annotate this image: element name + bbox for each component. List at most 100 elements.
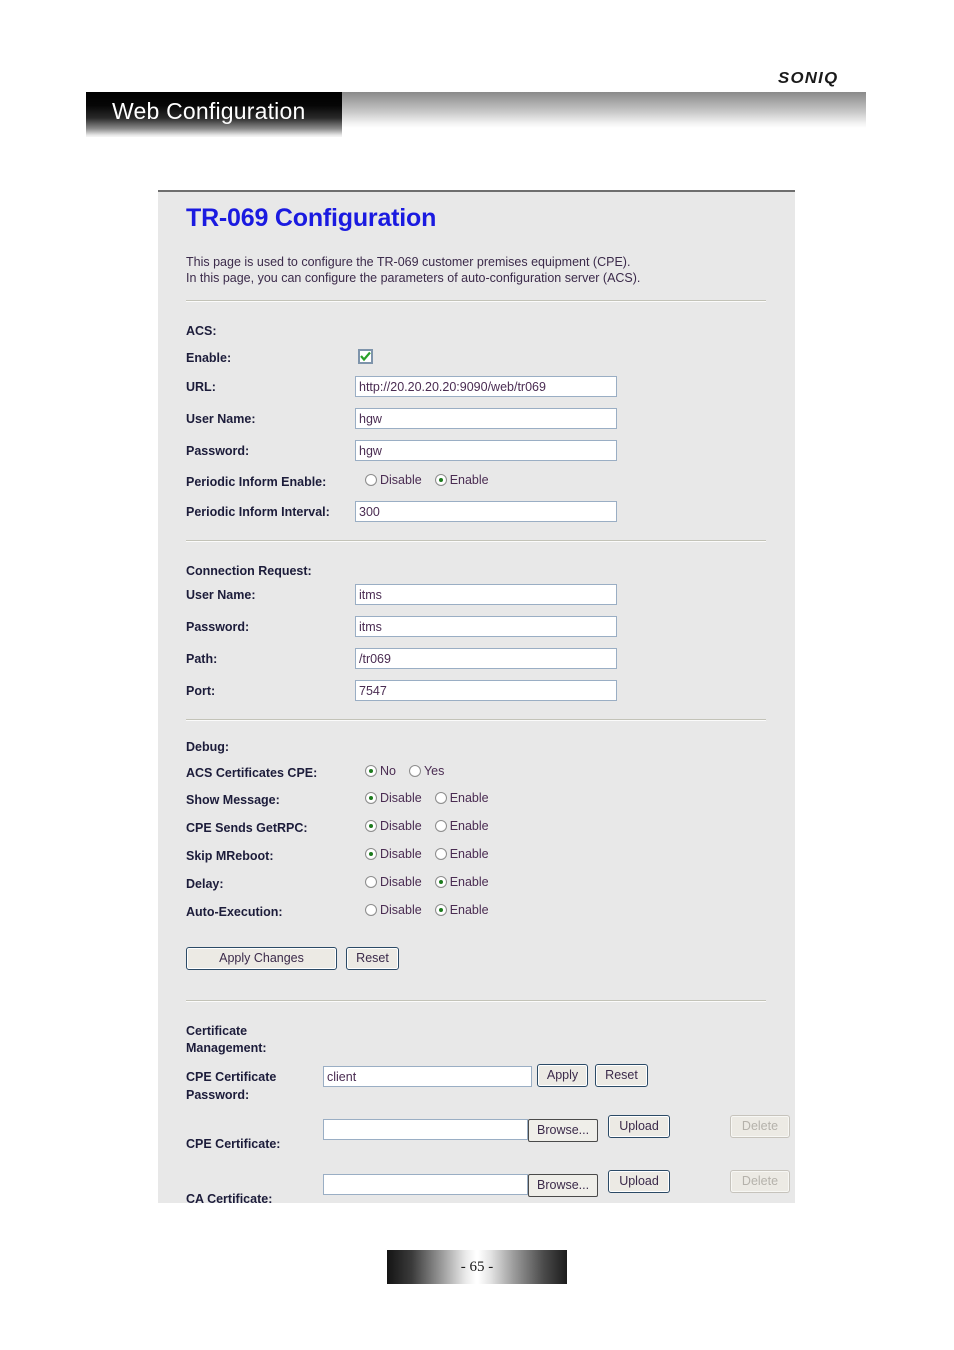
cpe-certificate-password-reset-button[interactable]: Reset	[595, 1064, 648, 1087]
periodic-inform-interval-input[interactable]	[355, 501, 617, 522]
radio-dot-selected-icon	[365, 765, 377, 777]
periodic-inform-interval-label: Periodic Inform Interval:	[186, 505, 330, 519]
periodic-inform-disable-label: Disable	[380, 473, 422, 487]
cr-password-input[interactable]	[355, 616, 617, 637]
reset-button[interactable]: Reset	[346, 947, 399, 970]
debug-row-4-label: Delay:	[186, 877, 224, 891]
debug-row-0-option-0-label: No	[380, 764, 396, 778]
cr-password-label: Password:	[186, 620, 250, 634]
debug-row-0-radios: No Yes	[365, 764, 444, 778]
cpe-certificate-password-label-line1: CPE Certificate	[186, 1070, 277, 1084]
radio-dot-icon	[434, 792, 447, 804]
banner-gradient-left: Web Configuration	[86, 92, 342, 137]
cpe-certificate-file-input[interactable]	[323, 1119, 528, 1140]
debug-row-3-option-0[interactable]: Disable	[365, 847, 422, 861]
checkmark-icon	[360, 351, 371, 362]
debug-row-5-option-0[interactable]: Disable	[365, 903, 422, 917]
debug-row-4-option-1[interactable]: Enable	[434, 875, 489, 889]
cr-username-label: User Name:	[186, 588, 256, 602]
radio-dot-icon	[434, 820, 447, 832]
acs-username-input[interactable]	[355, 408, 617, 429]
banner-title: Web Configuration	[112, 98, 306, 124]
divider-acs	[186, 540, 766, 542]
cpe-certificate-password-input[interactable]	[323, 1066, 532, 1087]
debug-row-2-option-0[interactable]: Disable	[365, 819, 422, 833]
cr-port-input[interactable]	[355, 680, 617, 701]
debug-row-4-option-0[interactable]: Disable	[365, 875, 422, 889]
debug-row-2-option-0-label: Disable	[380, 819, 422, 833]
radio-dot-selected-icon	[434, 904, 447, 916]
debug-row-4-radios: Disable Enable	[365, 875, 489, 889]
certificate-management-label-line1: Certificate	[186, 1024, 248, 1038]
page-footer: - 65 -	[0, 1250, 954, 1284]
radio-dot-selected-icon	[365, 792, 377, 804]
divider-connection-request	[186, 719, 766, 721]
acs-url-input[interactable]	[355, 376, 617, 397]
acs-password-input[interactable]	[355, 440, 617, 461]
divider-debug	[186, 1000, 766, 1002]
debug-row-5-option-0-label: Disable	[380, 903, 422, 917]
debug-row-1-option-0-label: Disable	[380, 791, 422, 805]
cr-path-input[interactable]	[355, 648, 617, 669]
debug-row-0-label: ACS Certificates CPE:	[186, 766, 318, 780]
debug-row-3-radios: Disable Enable	[365, 847, 489, 861]
acs-password-label: Password:	[186, 444, 250, 458]
radio-dot-selected-icon	[434, 474, 447, 486]
cpe-certificate-browse-button[interactable]: Browse...	[528, 1119, 598, 1142]
cpe-certificate-password-label-line2: Password:	[186, 1088, 250, 1102]
cr-username-input[interactable]	[355, 584, 617, 605]
cr-port-label: Port:	[186, 684, 216, 698]
debug-row-5-label: Auto-Execution:	[186, 905, 283, 919]
page-banner: Web Configuration	[86, 92, 866, 140]
debug-row-1-label: Show Message:	[186, 793, 280, 807]
ca-certificate-delete-button: Delete	[730, 1170, 790, 1193]
apply-changes-button[interactable]: Apply Changes	[186, 947, 337, 970]
banner-gradient-right	[340, 92, 866, 128]
debug-row-0-option-1[interactable]: Yes	[408, 764, 445, 778]
debug-row-5-option-1[interactable]: Enable	[434, 903, 489, 917]
cr-path-label: Path:	[186, 652, 218, 666]
ca-certificate-upload-button[interactable]: Upload	[608, 1170, 670, 1193]
page-title: TR-069 Configuration	[186, 204, 437, 232]
periodic-inform-enable-option[interactable]: Enable	[434, 473, 489, 487]
ca-certificate-label: CA Certificate:	[186, 1192, 273, 1203]
debug-row-1-option-0[interactable]: Disable	[365, 791, 422, 805]
debug-row-0-option-0[interactable]: No	[365, 764, 396, 778]
ca-certificate-file-input[interactable]	[323, 1174, 528, 1195]
ca-certificate-browse-button[interactable]: Browse...	[528, 1174, 598, 1197]
cpe-certificate-delete-button: Delete	[730, 1115, 790, 1138]
debug-row-2-label: CPE Sends GetRPC:	[186, 821, 308, 835]
radio-dot-icon	[408, 765, 421, 777]
cpe-certificate-label: CPE Certificate:	[186, 1137, 281, 1151]
debug-row-3-option-1-label: Enable	[449, 847, 489, 861]
page-description: This page is used to configure the TR-06…	[186, 254, 756, 286]
radio-dot-selected-icon	[365, 848, 377, 860]
page-number: - 65 -	[460, 1259, 494, 1275]
description-line-2: In this page, you can configure the para…	[186, 271, 641, 285]
certificate-management-label-line2: Management:	[186, 1041, 267, 1055]
debug-row-1-option-1-label: Enable	[449, 791, 489, 805]
debug-row-3-option-1[interactable]: Enable	[434, 847, 489, 861]
connection-request-section-label: Connection Request:	[186, 564, 312, 578]
acs-username-label: User Name:	[186, 412, 256, 426]
radio-dot-icon	[365, 904, 377, 916]
cpe-certificate-password-apply-button[interactable]: Apply	[537, 1064, 588, 1087]
acs-enable-checkbox[interactable]	[358, 349, 373, 364]
cpe-certificate-upload-button[interactable]: Upload	[608, 1115, 670, 1138]
debug-row-1-option-1[interactable]: Enable	[434, 791, 489, 805]
debug-row-5-option-1-label: Enable	[449, 903, 489, 917]
debug-row-4-option-1-label: Enable	[449, 875, 489, 889]
divider-intro	[186, 300, 766, 302]
debug-row-3-label: Skip MReboot:	[186, 849, 274, 863]
debug-section-label: Debug:	[186, 740, 230, 754]
acs-url-label: URL:	[186, 380, 216, 394]
description-line-1: This page is used to configure the TR-06…	[186, 255, 631, 269]
debug-row-4-option-0-label: Disable	[380, 875, 422, 889]
debug-row-2-option-1-label: Enable	[449, 819, 489, 833]
debug-row-0-option-1-label: Yes	[423, 764, 445, 778]
acs-enable-label: Enable:	[186, 351, 232, 365]
radio-dot-icon	[434, 848, 447, 860]
debug-row-2-option-1[interactable]: Enable	[434, 819, 489, 833]
debug-row-1-radios: Disable Enable	[365, 791, 489, 805]
periodic-inform-disable-option[interactable]: Disable	[365, 473, 422, 487]
